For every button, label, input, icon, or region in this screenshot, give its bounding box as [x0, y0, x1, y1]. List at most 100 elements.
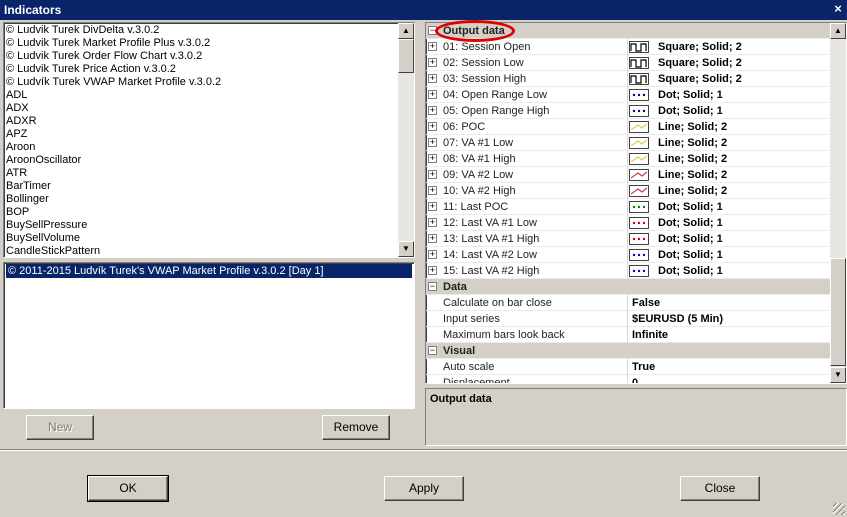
indicator-item[interactable]: Bollinger [6, 193, 414, 206]
scroll-down-icon[interactable]: ▼ [830, 367, 846, 383]
expand-icon[interactable]: + [428, 138, 437, 147]
property-row[interactable]: +10: VA #2 High Line; Solid; 2 [426, 183, 831, 199]
indicator-item[interactable]: ATR [6, 167, 414, 180]
property-row[interactable]: +13: Last VA #1 High Dot; Solid; 1 [426, 231, 831, 247]
scroll-thumb[interactable] [398, 39, 414, 73]
property-row[interactable]: +14: Last VA #2 Low Dot; Solid; 1 [426, 247, 831, 263]
ok-button[interactable]: OK [87, 475, 169, 502]
property-value[interactable]: True [632, 359, 655, 375]
property-name: 11: Last POC [442, 199, 628, 215]
property-value[interactable]: Dot; Solid; 1 [658, 215, 723, 231]
expand-icon[interactable]: + [428, 74, 437, 83]
collapse-icon[interactable]: − [428, 282, 437, 291]
property-row[interactable]: Maximum bars look back Infinite [426, 327, 831, 343]
apply-button[interactable]: Apply [384, 476, 464, 501]
property-value[interactable]: Line; Solid; 2 [658, 167, 727, 183]
expand-icon[interactable]: + [428, 186, 437, 195]
property-value[interactable]: $EURUSD (5 Min) [632, 311, 723, 327]
indicator-item[interactable]: © Ludvik Turek DivDelta v.3.0.2 [6, 24, 414, 37]
category-data[interactable]: − Data [426, 279, 831, 295]
expand-icon[interactable]: + [428, 42, 437, 51]
property-row[interactable]: +02: Session Low Square; Solid; 2 [426, 55, 831, 71]
resize-grip-icon[interactable] [833, 503, 845, 515]
property-row[interactable]: +05: Open Range High Dot; Solid; 1 [426, 103, 831, 119]
property-name: 06: POC [442, 119, 628, 135]
expand-icon[interactable]: + [428, 202, 437, 211]
property-value[interactable]: Square; Solid; 2 [658, 71, 742, 87]
indicator-list-scrollbar[interactable]: ▲ ▼ [398, 23, 414, 257]
property-value[interactable]: Line; Solid; 2 [658, 183, 727, 199]
property-value[interactable]: Dot; Solid; 1 [658, 263, 723, 279]
indicator-item[interactable]: BuySellVolume [6, 232, 414, 245]
property-value[interactable]: Square; Solid; 2 [658, 55, 742, 71]
remove-button[interactable]: Remove [322, 415, 390, 440]
expand-icon[interactable]: + [428, 250, 437, 259]
property-value[interactable]: Dot; Solid; 1 [658, 231, 723, 247]
property-row[interactable]: +09: VA #2 Low Line; Solid; 2 [426, 167, 831, 183]
property-row[interactable]: +01: Session Open Square; Solid; 2 [426, 39, 831, 55]
indicator-item[interactable]: BarTimer [6, 180, 414, 193]
property-row[interactable]: Input series $EURUSD (5 Min) [426, 311, 831, 327]
property-value[interactable]: False [632, 295, 660, 311]
category-visual[interactable]: − Visual [426, 343, 831, 359]
new-button[interactable]: New [26, 415, 94, 440]
expand-icon[interactable]: + [428, 154, 437, 163]
property-value[interactable]: Dot; Solid; 1 [658, 199, 723, 215]
indicator-item[interactable]: © Ludvík Turek VWAP Market Profile v.3.0… [6, 76, 414, 89]
expand-icon[interactable]: + [428, 58, 437, 67]
expand-icon[interactable]: + [428, 106, 437, 115]
property-row[interactable]: +07: VA #1 Low Line; Solid; 2 [426, 135, 831, 151]
property-value[interactable]: Square; Solid; 2 [658, 39, 742, 55]
collapse-icon[interactable]: − [428, 26, 437, 35]
expand-icon[interactable]: + [428, 90, 437, 99]
scroll-down-icon[interactable]: ▼ [398, 241, 414, 257]
indicator-item[interactable]: ADL [6, 89, 414, 102]
expand-icon[interactable]: + [428, 122, 437, 131]
property-value[interactable]: Infinite [632, 327, 668, 343]
indicator-item[interactable]: CandleStickPattern [6, 245, 414, 257]
expand-icon[interactable]: + [428, 234, 437, 243]
expand-icon[interactable]: + [428, 266, 437, 275]
property-row[interactable]: +03: Session High Square; Solid; 2 [426, 71, 831, 87]
indicator-item[interactable]: © Ludvik Turek Order Flow Chart v.3.0.2 [6, 50, 414, 63]
indicator-item[interactable]: BOP [6, 206, 414, 219]
indicator-item[interactable]: ADX [6, 102, 414, 115]
property-value[interactable]: Dot; Solid; 1 [658, 247, 723, 263]
close-icon[interactable]: × [830, 1, 846, 17]
indicator-item[interactable]: APZ [6, 128, 414, 141]
property-value[interactable]: 0 [632, 375, 638, 383]
property-value[interactable]: Line; Solid; 2 [658, 119, 727, 135]
property-value[interactable]: Dot; Solid; 1 [658, 103, 723, 119]
indicator-item[interactable]: Aroon [6, 141, 414, 154]
indicator-item[interactable]: BuySellPressure [6, 219, 414, 232]
property-value[interactable]: Line; Solid; 2 [658, 151, 727, 167]
close-button[interactable]: Close [680, 476, 760, 501]
property-row[interactable]: Displacement 0 [426, 375, 831, 383]
applied-indicator-list[interactable]: © 2011-2015 Ludvík Turek's VWAP Market P… [3, 262, 415, 409]
property-row[interactable]: +11: Last POC Dot; Solid; 1 [426, 199, 831, 215]
property-row[interactable]: +12: Last VA #1 Low Dot; Solid; 1 [426, 215, 831, 231]
indicator-item[interactable]: AroonOscillator [6, 154, 414, 167]
property-row[interactable]: +15: Last VA #2 High Dot; Solid; 1 [426, 263, 831, 279]
property-row[interactable]: +04: Open Range Low Dot; Solid; 1 [426, 87, 831, 103]
indicator-list[interactable]: © Ludvik Turek DivDelta v.3.0.2 © Ludvik … [3, 22, 415, 258]
indicator-item[interactable]: ADXR [6, 115, 414, 128]
property-grid[interactable]: − Output data +01: Session Open Square; Sol… [425, 22, 847, 384]
property-value[interactable]: Dot; Solid; 1 [658, 87, 723, 103]
collapse-icon[interactable]: − [428, 346, 437, 355]
expand-icon[interactable]: + [428, 218, 437, 227]
indicator-item[interactable]: © Ludvik Turek Market Profile Plus v.3.0… [6, 37, 414, 50]
property-row[interactable]: Auto scale True [426, 359, 831, 375]
scroll-up-icon[interactable]: ▲ [398, 23, 414, 39]
property-value[interactable]: Line; Solid; 2 [658, 135, 727, 151]
applied-indicator-item[interactable]: © 2011-2015 Ludvík Turek's VWAP Market P… [6, 264, 412, 278]
property-grid-scrollbar[interactable]: ▲ ▼ [830, 23, 846, 383]
scroll-thumb[interactable] [830, 258, 846, 366]
scroll-up-icon[interactable]: ▲ [830, 23, 846, 39]
property-row[interactable]: +06: POC Line; Solid; 2 [426, 119, 831, 135]
indicator-item[interactable]: © Ludvik Turek Price Action v.3.0.2 [6, 63, 414, 76]
property-row[interactable]: Calculate on bar close False [426, 295, 831, 311]
property-row[interactable]: +08: VA #1 High Line; Solid; 2 [426, 151, 831, 167]
expand-icon[interactable]: + [428, 170, 437, 179]
category-output-data[interactable]: − Output data [426, 23, 831, 39]
